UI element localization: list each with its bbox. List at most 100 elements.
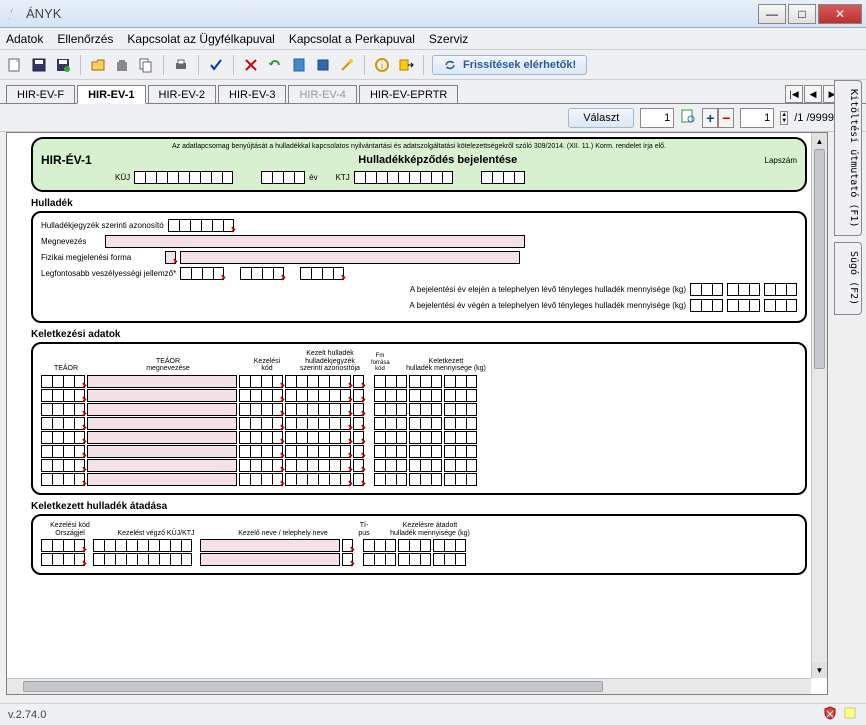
cell-group[interactable] xyxy=(41,375,85,388)
veg-field-c[interactable] xyxy=(764,299,797,312)
cell-group[interactable] xyxy=(41,389,85,402)
print-icon[interactable] xyxy=(172,56,190,74)
page-minus-button[interactable]: − xyxy=(718,108,734,128)
cell-group[interactable] xyxy=(239,403,283,416)
cell-group[interactable] xyxy=(363,553,396,566)
cell-group[interactable] xyxy=(342,539,353,552)
vertical-scrollbar[interactable]: ▲ ▼ xyxy=(811,133,827,678)
updates-available-button[interactable]: Frissítések elérhetők! xyxy=(432,55,587,75)
cell-group[interactable] xyxy=(409,445,442,458)
teaor-name-field[interactable] xyxy=(87,473,237,486)
veg-field[interactable] xyxy=(690,299,723,312)
cell-group[interactable] xyxy=(353,417,364,430)
horizontal-scrollbar[interactable] xyxy=(7,678,811,694)
veszely-3[interactable] xyxy=(300,267,344,280)
cell-group[interactable] xyxy=(285,375,351,388)
search-page-icon[interactable] xyxy=(680,108,696,127)
calc-icon[interactable] xyxy=(290,56,308,74)
veszely-1[interactable] xyxy=(180,267,224,280)
cell-group[interactable] xyxy=(374,403,407,416)
cell-group[interactable] xyxy=(444,431,477,444)
cell-group[interactable] xyxy=(409,431,442,444)
cell-group[interactable] xyxy=(41,417,85,430)
cell-group[interactable] xyxy=(374,473,407,486)
tab-hir-ev-f[interactable]: HIR-EV-F xyxy=(6,85,75,103)
scroll-down-icon[interactable]: ▼ xyxy=(812,662,827,678)
cell-group[interactable] xyxy=(444,445,477,458)
cell-group[interactable] xyxy=(41,539,85,552)
fizikai-field[interactable] xyxy=(180,251,520,264)
elej-field-c[interactable] xyxy=(764,283,797,296)
cell-group[interactable] xyxy=(409,375,442,388)
cell-group[interactable] xyxy=(41,553,85,566)
save-as-icon[interactable] xyxy=(54,56,72,74)
page-input-2[interactable] xyxy=(740,108,774,128)
cell-group[interactable] xyxy=(239,445,283,458)
cell-group[interactable] xyxy=(93,553,192,566)
teaor-name-field[interactable] xyxy=(87,431,237,444)
cell-group[interactable] xyxy=(239,417,283,430)
new-icon[interactable] xyxy=(6,56,24,74)
cell-group[interactable] xyxy=(398,553,431,566)
cell-group[interactable] xyxy=(353,403,364,416)
cell-group[interactable] xyxy=(353,473,364,486)
cell-group[interactable] xyxy=(409,389,442,402)
copy-icon[interactable] xyxy=(137,56,155,74)
scroll-up-icon[interactable]: ▲ xyxy=(812,133,827,149)
tab-prev-button[interactable]: ◀ xyxy=(804,85,822,103)
sidetab-help[interactable]: Súgó (F2) xyxy=(834,242,862,314)
veg-field-b[interactable] xyxy=(727,299,760,312)
minimize-button[interactable]: — xyxy=(758,4,786,24)
cell-group[interactable] xyxy=(239,389,283,402)
kuj-field[interactable] xyxy=(134,171,233,184)
scroll-thumb[interactable] xyxy=(814,149,825,369)
teaor-name-field[interactable] xyxy=(87,417,237,430)
close-button[interactable]: ✕ xyxy=(818,4,862,24)
cell-group[interactable] xyxy=(444,375,477,388)
cell-group[interactable] xyxy=(93,539,192,552)
hscroll-thumb[interactable] xyxy=(23,681,603,692)
cell-group[interactable] xyxy=(41,403,85,416)
veszely-2[interactable] xyxy=(240,267,284,280)
megnevezes-field[interactable] xyxy=(105,235,525,248)
save-icon[interactable] xyxy=(30,56,48,74)
cell-group[interactable] xyxy=(409,403,442,416)
cell-group[interactable] xyxy=(285,459,351,472)
fizikai-code[interactable] xyxy=(165,251,176,264)
cell-group[interactable] xyxy=(41,473,85,486)
valaszt-button[interactable]: Választ xyxy=(568,108,634,128)
menu-ugyfelkapu[interactable]: Kapcsolat az Ügyfélkapuval xyxy=(127,32,274,46)
cell-group[interactable] xyxy=(374,417,407,430)
maximize-button[interactable]: □ xyxy=(788,4,816,24)
cell-group[interactable] xyxy=(41,431,85,444)
cell-group[interactable] xyxy=(239,375,283,388)
cell-group[interactable] xyxy=(374,431,407,444)
cell-group[interactable] xyxy=(342,553,353,566)
cell-group[interactable] xyxy=(285,389,351,402)
cell-group[interactable] xyxy=(409,473,442,486)
kezelo-field[interactable] xyxy=(200,553,340,566)
page-input-1[interactable] xyxy=(640,108,674,128)
menu-ellenorzes[interactable]: Ellenőrzés xyxy=(57,32,113,46)
cell-group[interactable] xyxy=(353,459,364,472)
cell-group[interactable] xyxy=(409,417,442,430)
teaor-name-field[interactable] xyxy=(87,445,237,458)
cell-group[interactable] xyxy=(374,445,407,458)
teaor-name-field[interactable] xyxy=(87,389,237,402)
elej-field[interactable] xyxy=(690,283,723,296)
ev-field[interactable] xyxy=(261,171,305,184)
spin-down[interactable]: ▼ xyxy=(781,118,787,124)
open-icon[interactable] xyxy=(89,56,107,74)
book-icon[interactable] xyxy=(314,56,332,74)
lapszam-field[interactable] xyxy=(481,171,525,184)
cell-group[interactable] xyxy=(409,459,442,472)
page-plus-button[interactable]: + xyxy=(702,108,718,128)
cell-group[interactable] xyxy=(239,431,283,444)
cell-group[interactable] xyxy=(433,539,466,552)
tab-hir-ev-2[interactable]: HIR-EV-2 xyxy=(148,85,216,103)
teaor-name-field[interactable] xyxy=(87,375,237,388)
refresh-icon[interactable] xyxy=(266,56,284,74)
tab-hir-ev-1[interactable]: HIR-EV-1 xyxy=(77,85,145,104)
cell-group[interactable] xyxy=(444,473,477,486)
ktj-field[interactable] xyxy=(354,171,453,184)
